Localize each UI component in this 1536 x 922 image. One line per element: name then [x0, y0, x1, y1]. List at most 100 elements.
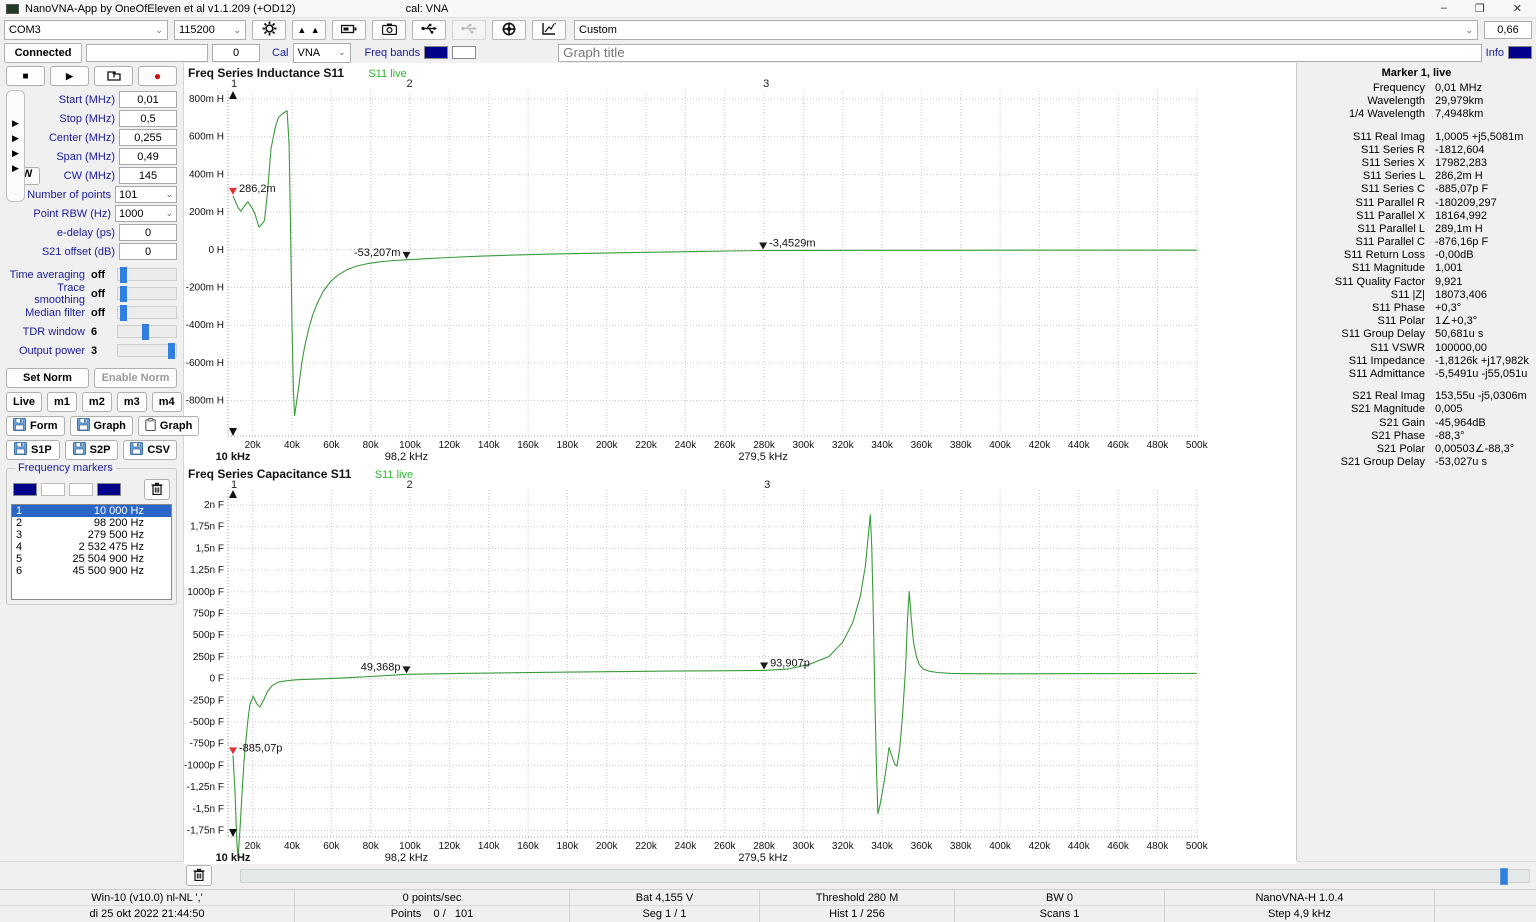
- frequency-markers-title: Frequency markers: [15, 462, 116, 474]
- slider-handle[interactable]: [120, 267, 127, 283]
- marker-color-swatch[interactable]: [69, 483, 93, 496]
- svg-text:0 H: 0 H: [208, 245, 224, 256]
- band-arrow-icon[interactable]: ▶: [12, 133, 19, 144]
- enable-norm-button[interactable]: Enable Norm: [94, 368, 177, 388]
- frequency-marker-item[interactable]: 298 200 Hz: [12, 517, 171, 529]
- svg-text:-3,4529m: -3,4529m: [769, 237, 815, 249]
- history-slider-handle[interactable]: [1500, 868, 1508, 885]
- graph-button[interactable]: Graph: [138, 416, 199, 436]
- inductance-chart[interactable]: Freq Series Inductance S11S11 live20k40k…: [184, 63, 1297, 461]
- m1-button[interactable]: m1: [47, 392, 77, 412]
- frequency-marker-item[interactable]: 42 532 475 Hz: [12, 541, 171, 553]
- slider-handle[interactable]: [142, 324, 149, 340]
- frequency-marker-item[interactable]: 645 500 900 Hz: [12, 565, 171, 577]
- record-button[interactable]: ●: [138, 66, 177, 86]
- graph-preset-select[interactable]: Custom⌄: [574, 20, 1478, 40]
- frequency-marker-list[interactable]: 110 000 Hz298 200 Hz3279 500 Hz42 532 47…: [11, 504, 172, 600]
- svg-text:120k: 120k: [439, 440, 462, 451]
- maximize-button[interactable]: ❐: [1475, 2, 1485, 15]
- cal-label: Cal: [272, 47, 289, 59]
- readout-row: S21 Magnitude0,005: [1297, 403, 1536, 416]
- readout-row: S11 Series L286,2m H: [1297, 170, 1536, 183]
- slider-handle[interactable]: [168, 343, 175, 359]
- live-button[interactable]: Live: [6, 392, 42, 412]
- frequency-marker-item[interactable]: 525 504 900 Hz: [12, 553, 171, 565]
- load-sweep-button[interactable]: [94, 66, 133, 86]
- retries-field[interactable]: 0: [212, 44, 260, 62]
- screenshot-button[interactable]: [372, 20, 406, 40]
- freq-bands-color-swatch-2[interactable]: [452, 46, 476, 59]
- band-arrow-icon[interactable]: ▶: [12, 118, 19, 129]
- info-color-swatch[interactable]: [1508, 46, 1532, 59]
- slider-track[interactable]: [117, 344, 177, 357]
- svg-text:279,5 kHz: 279,5 kHz: [738, 451, 788, 461]
- svg-text:250p F: 250p F: [193, 652, 224, 663]
- freq-bands-color-swatch[interactable]: [424, 46, 448, 59]
- usb-icon: [421, 23, 437, 37]
- graph-button[interactable]: Graph: [70, 416, 133, 436]
- field-value-0[interactable]: 0,01: [119, 91, 177, 108]
- com-port-select[interactable]: COM3⌄: [4, 20, 168, 40]
- baud-rate-select[interactable]: 115200⌄: [174, 20, 246, 40]
- field-value-3[interactable]: 0,49: [119, 148, 177, 165]
- svg-text:420k: 420k: [1029, 841, 1052, 852]
- usb-connect-button[interactable]: [412, 20, 446, 40]
- csv-button[interactable]: CSV: [123, 440, 177, 460]
- battery-button[interactable]: [332, 20, 366, 40]
- marker-color-swatch[interactable]: [13, 483, 37, 496]
- slider-track[interactable]: [117, 268, 177, 281]
- field-value-4[interactable]: 145: [119, 167, 177, 184]
- field-value-2[interactable]: 0,255: [119, 129, 177, 146]
- svg-text:380k: 380k: [950, 440, 973, 451]
- delete-markers-button[interactable]: [144, 479, 170, 500]
- field-value-1[interactable]: 0,5: [119, 110, 177, 127]
- graph-title-input[interactable]: [558, 44, 1481, 62]
- field-value-5[interactable]: 101⌄: [115, 186, 177, 203]
- slider-handle[interactable]: [120, 305, 127, 321]
- s1p-button[interactable]: S1P: [6, 440, 60, 460]
- m3-button[interactable]: m3: [117, 392, 147, 412]
- frequency-marker-item[interactable]: 110 000 Hz: [12, 505, 171, 517]
- minimize-button[interactable]: –: [1441, 2, 1447, 15]
- frequency-marker-item[interactable]: 3279 500 Hz: [12, 529, 171, 541]
- marker-color-swatch[interactable]: [41, 483, 65, 496]
- s2p-button[interactable]: S2P: [65, 440, 119, 460]
- connected-button[interactable]: Connected: [4, 43, 82, 63]
- slider-track[interactable]: [117, 287, 177, 300]
- close-button[interactable]: ✕: [1513, 2, 1522, 15]
- graph-mode-button[interactable]: [532, 20, 566, 40]
- field-value-7[interactable]: 0: [119, 224, 177, 241]
- svg-text:-885,07p: -885,07p: [239, 742, 282, 754]
- retries-value: 0: [233, 47, 239, 59]
- port-info-field[interactable]: [86, 44, 208, 62]
- slider-track[interactable]: [117, 325, 177, 338]
- usb-disconnect-button[interactable]: [452, 20, 486, 40]
- band-preset-arrows[interactable]: ▶ ▶ ▶ ▶: [6, 90, 25, 202]
- m2-button[interactable]: m2: [82, 392, 112, 412]
- band-arrow-icon[interactable]: ▶: [12, 148, 19, 159]
- band-arrow-icon[interactable]: ▶: [12, 163, 19, 174]
- svg-text:98,2 kHz: 98,2 kHz: [385, 451, 428, 461]
- field-value-6[interactable]: 1000⌄: [115, 205, 177, 222]
- run-sweep-button[interactable]: ▶: [50, 66, 89, 86]
- slider-handle[interactable]: [120, 286, 127, 302]
- history-slider[interactable]: [240, 869, 1530, 883]
- svg-text:260k: 260k: [714, 841, 737, 852]
- settings-button[interactable]: [252, 20, 286, 40]
- scale-value-field[interactable]: 0,66: [1484, 21, 1532, 39]
- svg-text:93,907p: 93,907p: [770, 657, 810, 669]
- capacitance-chart[interactable]: Freq Series Capacitance S11S11 live20k40…: [184, 464, 1297, 864]
- target-button[interactable]: [492, 20, 526, 40]
- marker-color-swatch[interactable]: [97, 483, 121, 496]
- usb-disconnected-icon: [461, 23, 477, 37]
- clear-history-button[interactable]: [186, 865, 212, 886]
- status-cell: Scans 1: [955, 906, 1165, 922]
- m4-button[interactable]: m4: [152, 392, 182, 412]
- cal-mode-select[interactable]: VNA⌄: [293, 43, 351, 63]
- slider-track[interactable]: [117, 306, 177, 319]
- stop-sweep-button[interactable]: ■: [6, 66, 45, 86]
- sweep-up-button[interactable]: ▲ ▲: [292, 20, 326, 40]
- form-button[interactable]: Form: [6, 416, 65, 436]
- set-norm-button[interactable]: Set Norm: [6, 368, 89, 388]
- field-value-8[interactable]: 0: [119, 243, 177, 260]
